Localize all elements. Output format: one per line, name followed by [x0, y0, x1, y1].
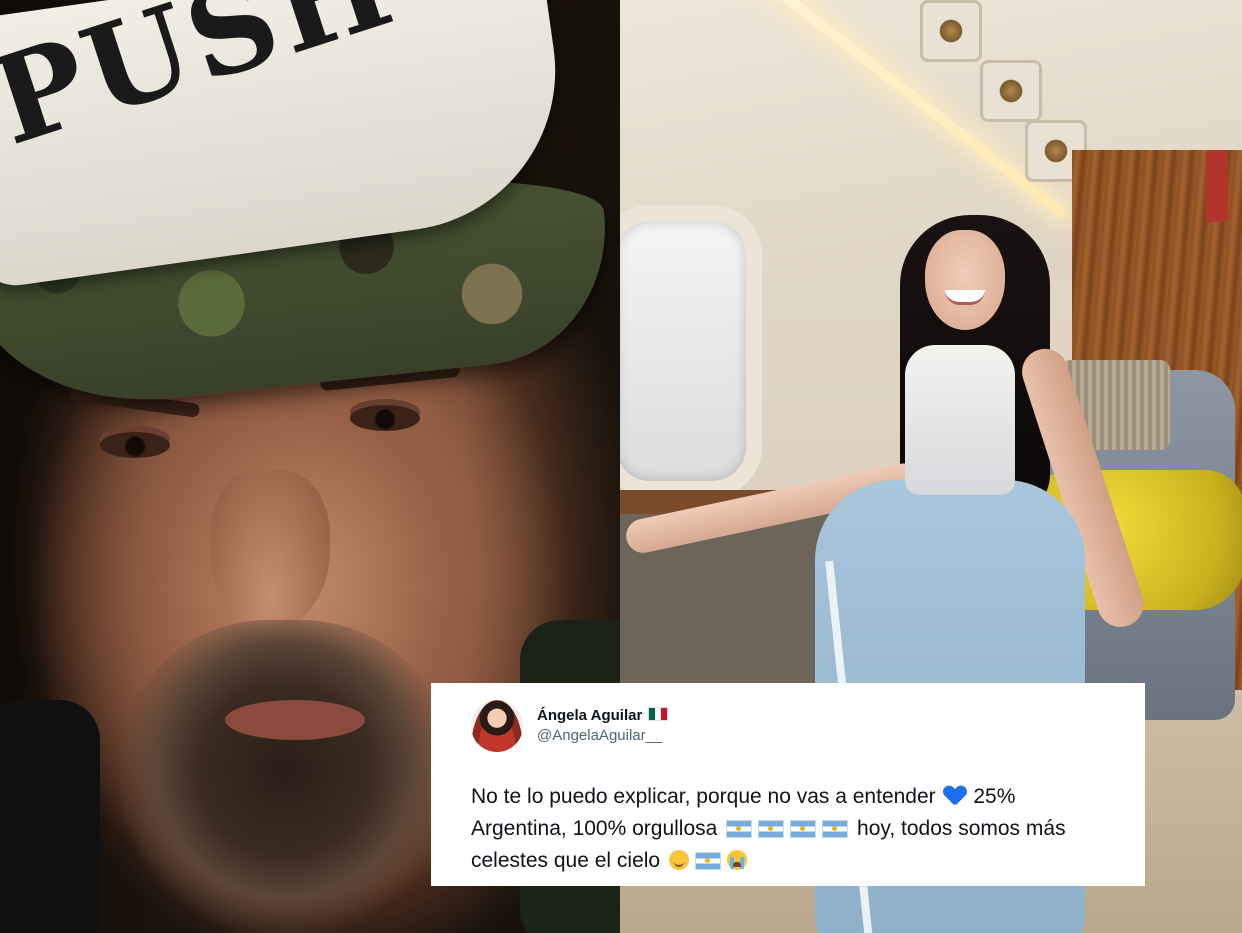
mouth: [225, 700, 365, 740]
ceiling-vent: [920, 0, 982, 62]
nose: [210, 470, 330, 630]
cap-text: PUSH: [0, 0, 412, 173]
flag-argentina-icon: [694, 852, 721, 870]
display-name[interactable]: Ángela Aguilar: [537, 707, 642, 724]
tweet-card: Ángela Aguilar @AngelaAguilar__ No te lo…: [431, 683, 1145, 886]
eye-left: [100, 432, 170, 458]
tweet-author: Ángela Aguilar @AngelaAguilar__: [537, 706, 669, 746]
tweet-text: No te lo puedo explicar, porque no vas a…: [471, 781, 1091, 877]
handle[interactable]: @AngelaAguilar__: [537, 726, 668, 746]
smiling-face-icon: [668, 850, 689, 870]
tweet-text-part1: No te lo puedo explicar, porque no vas a…: [471, 785, 936, 808]
flag-argentina-icon: [822, 820, 849, 838]
flag-argentina-icon: [726, 820, 753, 838]
flag-argentina-icon: [758, 820, 785, 838]
beard: [120, 620, 450, 933]
blue-heart-icon: [944, 786, 966, 806]
crying-face-icon: [726, 850, 747, 870]
shoulder-left: [0, 700, 100, 933]
woman-face: [925, 230, 1005, 330]
avatar[interactable]: [471, 700, 523, 752]
exit-sign: [1206, 150, 1228, 222]
ceiling-vent: [980, 60, 1042, 122]
flag-argentina-icon: [790, 820, 817, 838]
woman-tank-top: [905, 345, 1015, 495]
flag-mexico-icon: [648, 707, 669, 721]
eye-right: [350, 405, 420, 431]
tweet-header: Ángela Aguilar @AngelaAguilar__: [471, 699, 1121, 753]
cabin-window: [620, 205, 762, 497]
